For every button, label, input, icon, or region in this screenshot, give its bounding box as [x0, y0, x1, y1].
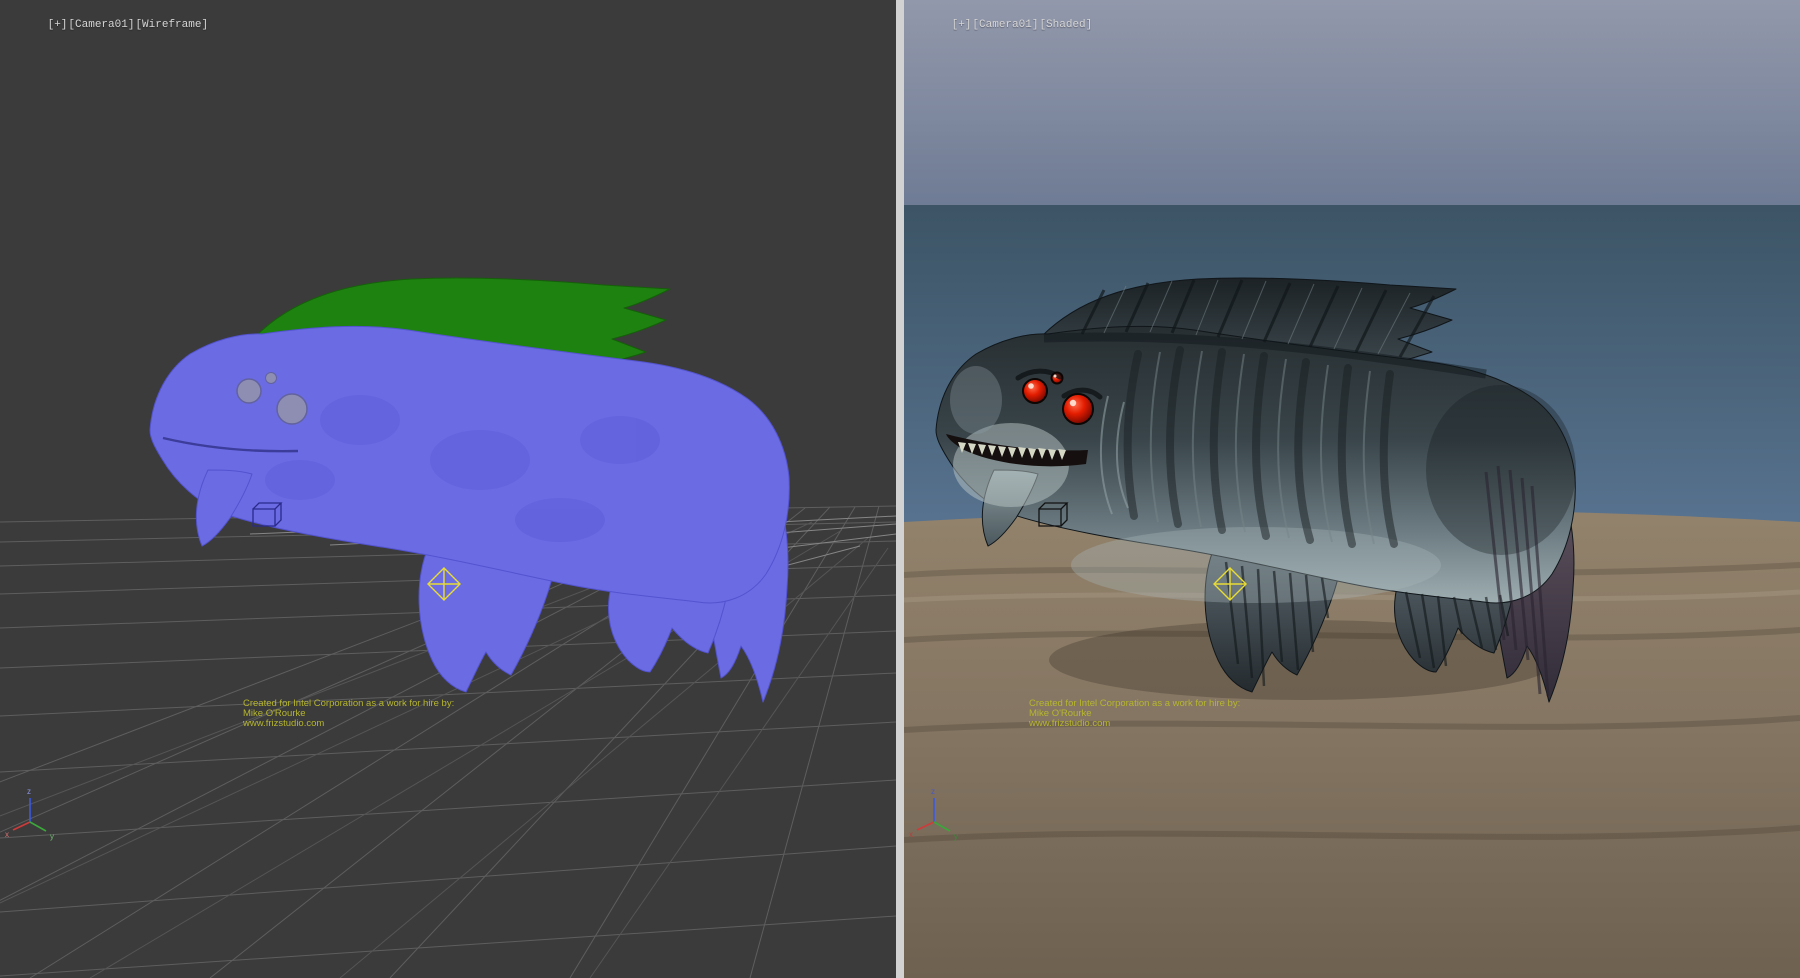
wireframe-canvas[interactable]: Created for Intel Corporation as a work … [0, 0, 896, 978]
shaded-canvas[interactable]: Created for Intel Corporation as a work … [904, 0, 1800, 978]
axis-x-label: x [5, 830, 9, 839]
viewport-menu-general[interactable]: [+] [952, 19, 972, 31]
axis-z-label: z [931, 787, 935, 796]
viewport-label: [+][Camera01][Shaded] [912, 7, 1093, 43]
viewport-splitter[interactable] [896, 0, 904, 978]
axis-x-label: x [909, 830, 913, 839]
viewport-menu-shading[interactable]: [Wireframe] [135, 19, 208, 31]
viewport-layout: [+][Camera01][Wireframe] [0, 0, 1800, 978]
viewport-menu-pov[interactable]: [Camera01] [972, 19, 1038, 31]
viewport-wireframe[interactable]: [+][Camera01][Wireframe] [0, 0, 896, 978]
watermark-line3: www.frizstudio.com [242, 718, 324, 729]
watermark-line3: www.frizstudio.com [1028, 718, 1110, 729]
viewport-menu-general[interactable]: [+] [48, 19, 68, 31]
axis-y-label: y [50, 832, 54, 841]
axis-z-label: z [27, 787, 31, 796]
viewport-label: [+][Camera01][Wireframe] [8, 7, 209, 43]
viewport-shaded[interactable]: [+][Camera01][Shaded] [904, 0, 1800, 978]
viewport-menu-shading[interactable]: [Shaded] [1039, 19, 1092, 31]
viewport-menu-pov[interactable]: [Camera01] [68, 19, 134, 31]
axis-y-label: y [954, 832, 958, 841]
